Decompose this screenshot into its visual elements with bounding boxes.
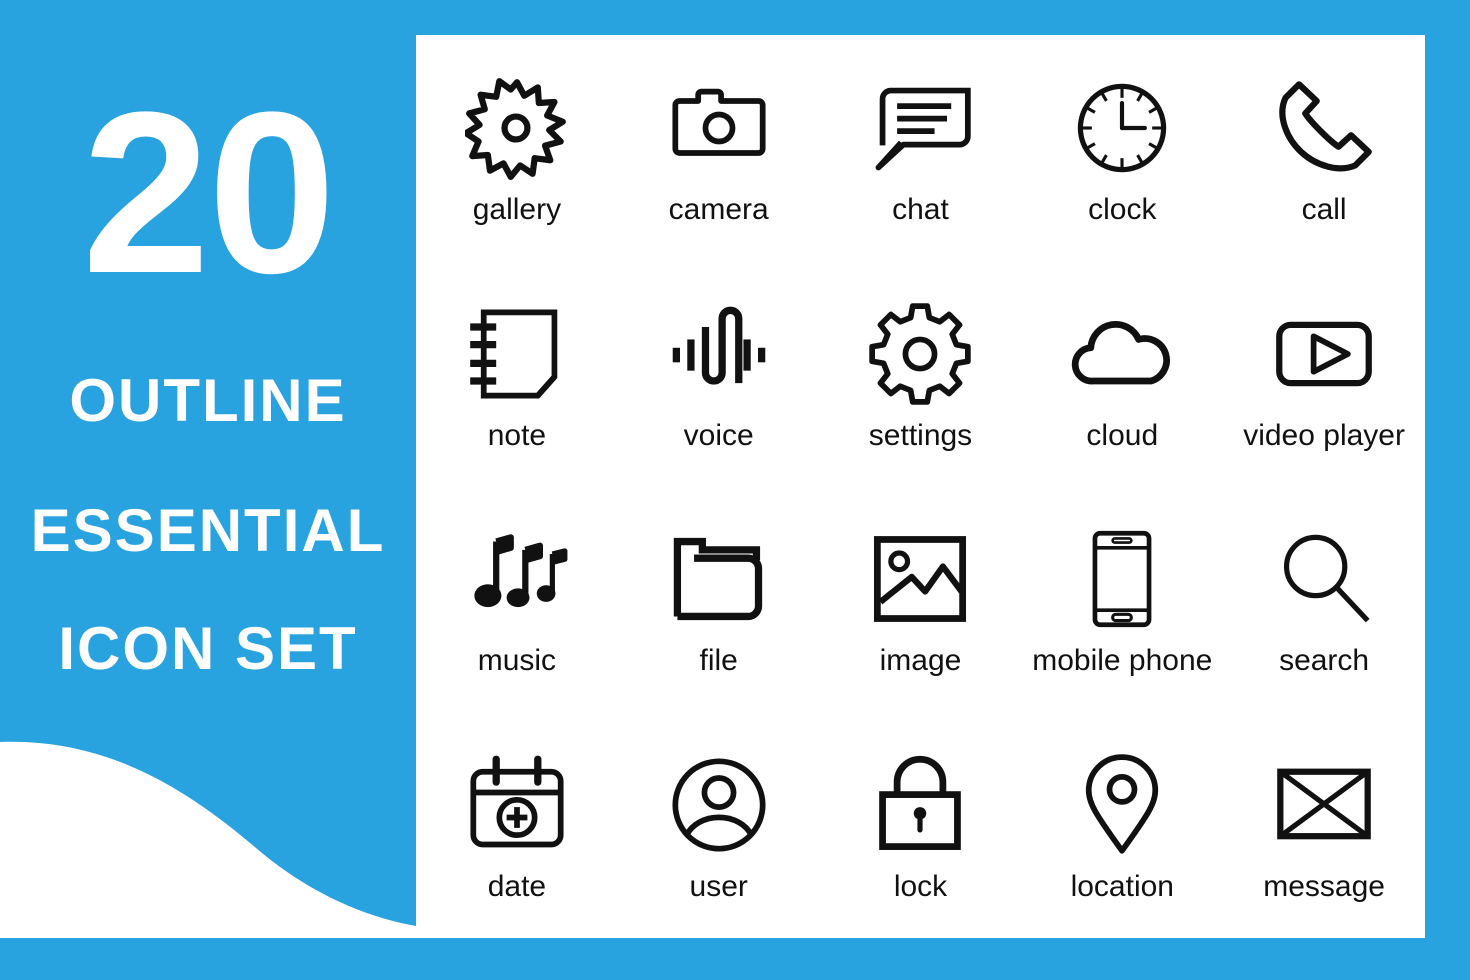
icon-label: mobile phone xyxy=(1032,644,1213,678)
phone-handset-icon[interactable] xyxy=(1265,69,1383,187)
icon-cell-voice[interactable]: voice xyxy=(618,261,820,487)
notebook-icon[interactable] xyxy=(458,295,576,413)
icon-label: chat xyxy=(892,192,949,226)
flower-icon[interactable] xyxy=(458,69,576,187)
icon-cell-settings[interactable]: settings xyxy=(820,261,1022,487)
icon-cell-cloud[interactable]: cloud xyxy=(1021,261,1223,487)
icon-cell-message[interactable]: message xyxy=(1223,712,1425,938)
icon-label: music xyxy=(477,644,557,678)
folder-icon[interactable] xyxy=(660,520,778,638)
waveform-icon[interactable] xyxy=(660,295,778,413)
icon-cell-location[interactable]: location xyxy=(1021,712,1223,938)
icon-cell-note[interactable]: note xyxy=(416,261,618,487)
map-pin-icon[interactable] xyxy=(1063,746,1181,864)
icon-label: clock xyxy=(1088,192,1157,226)
icon-label: cloud xyxy=(1086,418,1159,452)
icon-cell-video-player[interactable]: video player xyxy=(1223,261,1425,487)
icon-label: call xyxy=(1301,192,1347,226)
icon-label: user xyxy=(689,870,748,904)
icon-label: search xyxy=(1279,644,1370,678)
icon-cell-file[interactable]: file xyxy=(618,487,820,713)
icon-label: gallery xyxy=(472,192,562,226)
icon-cell-gallery[interactable]: gallery xyxy=(416,35,618,261)
icon-label: date xyxy=(487,870,547,904)
picture-frame-icon[interactable] xyxy=(861,520,979,638)
padlock-icon[interactable] xyxy=(861,746,979,864)
icon-label: lock xyxy=(893,870,948,904)
icon-cell-image[interactable]: image xyxy=(820,487,1022,713)
smartphone-icon[interactable] xyxy=(1063,520,1181,638)
icon-label: note xyxy=(487,418,547,452)
music-notes-icon[interactable] xyxy=(458,520,576,638)
icon-set-poster: 20 OUTLINE ESSENTIAL ICON SET gallery ca… xyxy=(0,0,1470,980)
icon-label: image xyxy=(879,644,962,678)
icon-cell-clock[interactable]: clock xyxy=(1021,35,1223,261)
icon-label: file xyxy=(699,644,738,678)
chat-bubble-icon[interactable] xyxy=(861,69,979,187)
clock-icon[interactable] xyxy=(1063,69,1181,187)
camera-icon[interactable] xyxy=(660,69,778,187)
white-wave-decoration xyxy=(0,700,416,938)
icon-cell-date[interactable]: date xyxy=(416,712,618,938)
calendar-plus-icon[interactable] xyxy=(458,746,576,864)
icon-cell-call[interactable]: call xyxy=(1223,35,1425,261)
envelope-icon[interactable] xyxy=(1265,746,1383,864)
user-avatar-icon[interactable] xyxy=(660,746,778,864)
icon-cell-search[interactable]: search xyxy=(1223,487,1425,713)
icon-label: location xyxy=(1070,870,1174,904)
icon-cell-lock[interactable]: lock xyxy=(820,712,1022,938)
icon-cell-camera[interactable]: camera xyxy=(618,35,820,261)
icon-cell-user[interactable]: user xyxy=(618,712,820,938)
icon-label: video player xyxy=(1243,418,1405,452)
cloud-icon[interactable] xyxy=(1063,295,1181,413)
icon-cell-music[interactable]: music xyxy=(416,487,618,713)
icon-cell-chat[interactable]: chat xyxy=(820,35,1022,261)
icon-label: voice xyxy=(683,418,754,452)
icon-grid: gallery camera chat clock call note voic… xyxy=(416,35,1425,938)
gear-icon[interactable] xyxy=(861,295,979,413)
icon-label: message xyxy=(1263,870,1385,904)
play-rectangle-icon[interactable] xyxy=(1265,295,1383,413)
icon-label: camera xyxy=(668,192,769,226)
icon-label: settings xyxy=(868,418,973,452)
icon-cell-mobile-phone[interactable]: mobile phone xyxy=(1021,487,1223,713)
magnifier-icon[interactable] xyxy=(1265,520,1383,638)
